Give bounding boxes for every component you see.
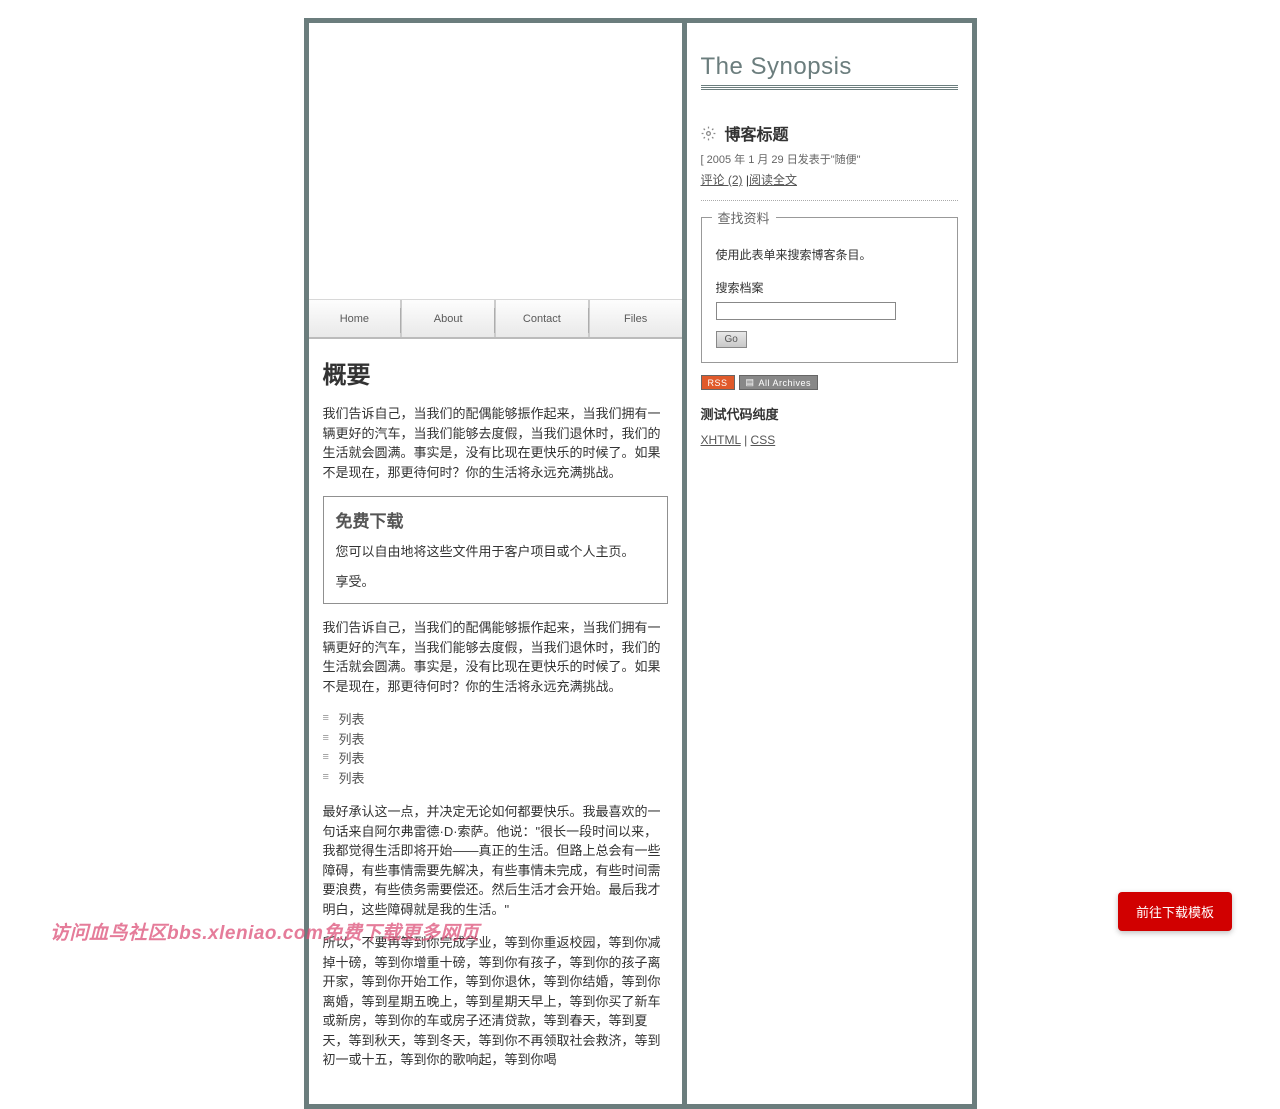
list-item: 列表 — [323, 730, 668, 750]
download-line-1: 您可以自由地将这些文件用于客户项目或个人主页。 — [336, 542, 655, 562]
nav-contact[interactable]: Contact — [496, 300, 590, 337]
rss-badge[interactable]: RSS — [701, 375, 735, 390]
code-purity-heading: 测试代码纯度 — [701, 404, 958, 423]
divider — [701, 200, 958, 201]
list-item: 列表 — [323, 769, 668, 789]
paragraph-3: 最好承认这一点，并决定无论如何都要快乐。我最喜欢的一句话来自阿尔弗雷德·D·索萨… — [323, 802, 668, 919]
search-legend: 查找资料 — [712, 208, 776, 227]
intro-paragraph-1: 我们告诉自己，当我们的配偶能够振作起来，当我们拥有一辆更好的汽车，当我们能够去度… — [323, 404, 668, 482]
site-title: The Synopsis — [701, 53, 958, 81]
download-line-2: 享受。 — [336, 572, 655, 592]
paragraph-4: 所以，不要再等到你完成学业，等到你重返校园，等到你减掉十磅，等到你增重十磅，等到… — [323, 933, 668, 1070]
search-input[interactable] — [716, 302, 896, 320]
nav-home[interactable]: Home — [309, 300, 403, 337]
list-item: 列表 — [323, 710, 668, 730]
page-title: 概要 — [323, 355, 668, 390]
bullet-list: 列表 列表 列表 列表 — [323, 710, 668, 788]
readmore-link[interactable]: 阅读全文 — [749, 173, 797, 187]
sidebar: The Synopsis 博客标题 [ 2005 年 1 月 29 日发表于"随… — [687, 23, 972, 1104]
search-description: 使用此表单来搜索博客条目。 — [716, 246, 943, 263]
search-fieldset: 查找资料 使用此表单来搜索博客条目。 搜索档案 Go — [701, 217, 958, 363]
nav-files[interactable]: Files — [590, 300, 682, 337]
download-box: 免费下载 您可以自由地将这些文件用于客户项目或个人主页。 享受。 — [323, 496, 668, 604]
page-frame: Home About Contact Files 概要 我们告诉自己，当我们的配… — [304, 18, 977, 1109]
xhtml-link[interactable]: XHTML — [701, 433, 741, 447]
blog-title-row: 博客标题 — [701, 121, 958, 145]
post-links: 评论 (2) |阅读全文 — [701, 171, 958, 188]
css-link[interactable]: CSS — [751, 433, 776, 447]
left-column: Home About Contact Files 概要 我们告诉自己，当我们的配… — [309, 23, 687, 1104]
comments-link[interactable]: 评论 (2) — [701, 173, 743, 187]
validate-links: XHTML | CSS — [701, 433, 958, 447]
main-content: 概要 我们告诉自己，当我们的配偶能够振作起来，当我们拥有一辆更好的汽车，当我们能… — [309, 339, 682, 1104]
title-underline — [701, 85, 958, 91]
download-template-button[interactable]: 前往下载模板 — [1118, 892, 1232, 931]
separator: | — [741, 433, 751, 447]
intro-paragraph-2: 我们告诉自己，当我们的配偶能够振作起来，当我们拥有一辆更好的汽车，当我们能够去度… — [323, 618, 668, 696]
archives-badge[interactable]: All Archives — [739, 375, 819, 390]
nav-about[interactable]: About — [402, 300, 496, 337]
gear-icon — [701, 125, 717, 141]
blog-title: 博客标题 — [725, 121, 789, 145]
main-nav: Home About Contact Files — [309, 299, 682, 339]
header-image-area — [309, 23, 682, 299]
post-meta: [ 2005 年 1 月 29 日发表于"随便" — [701, 151, 958, 167]
badges-row: RSS All Archives — [701, 375, 958, 390]
list-item: 列表 — [323, 749, 668, 769]
download-title: 免费下载 — [336, 507, 655, 532]
search-label: 搜索档案 — [716, 279, 943, 296]
search-go-button[interactable]: Go — [716, 331, 747, 348]
